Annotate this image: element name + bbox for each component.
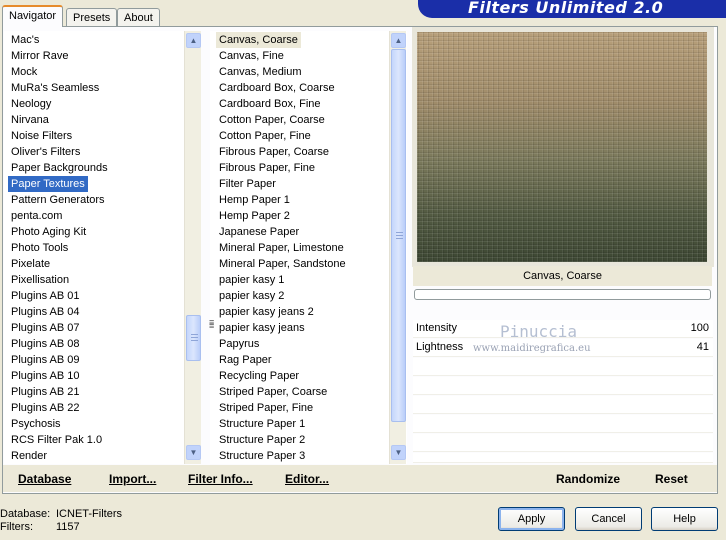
control-empty <box>413 377 713 395</box>
category-item[interactable]: Plugins AB 22 <box>8 400 83 416</box>
category-item[interactable]: Mirror Rave <box>8 48 71 64</box>
category-item[interactable]: Photo Aging Kit <box>8 224 89 240</box>
filter-item[interactable]: Hemp Paper 1 <box>216 192 293 208</box>
category-item[interactable]: Plugins AB 08 <box>8 336 83 352</box>
filter-item[interactable]: Striped Paper, Fine <box>216 400 316 416</box>
filter-item[interactable]: Papyrus <box>216 336 262 352</box>
app-title: Filters Unlimited 2.0 <box>418 0 726 18</box>
category-item[interactable]: Pattern Generators <box>8 192 108 208</box>
category-item[interactable]: Oliver's Filters <box>8 144 83 160</box>
filter-item[interactable]: Canvas, Medium <box>216 64 305 80</box>
reset-button[interactable]: Reset <box>655 472 688 486</box>
filter-item[interactable]: Japanese Paper <box>216 224 302 240</box>
filter-info-button[interactable]: Filter Info... <box>188 472 253 486</box>
filter-item[interactable]: Fibrous Paper, Fine <box>216 160 318 176</box>
control-empty <box>413 415 713 433</box>
apply-button[interactable]: Apply <box>498 507 565 531</box>
filter-list[interactable]: Canvas, Coarse Canvas, Fine Canvas, Medium… <box>210 31 407 464</box>
control-empty <box>413 396 713 414</box>
filter-item[interactable]: Structure Paper 3 <box>216 448 308 464</box>
filter-item[interactable]: Structure Paper 2 <box>216 432 308 448</box>
randomize-button[interactable]: Randomize <box>556 472 620 486</box>
category-item[interactable]: Neology <box>8 96 54 112</box>
filter-item[interactable]: Cardboard Box, Coarse <box>216 80 338 96</box>
control-empty <box>413 434 713 452</box>
control-value: 100 <box>690 322 709 334</box>
filter-item[interactable]: Striped Paper, Coarse <box>216 384 330 400</box>
category-item[interactable]: Plugins AB 07 <box>8 320 83 336</box>
category-item[interactable]: Plugins AB 04 <box>8 304 83 320</box>
filter-item[interactable]: Rag Paper <box>216 352 275 368</box>
filter-item[interactable]: Canvas, Fine <box>216 48 287 64</box>
category-list[interactable]: Mac's Mirror Rave Mock MuRa's Seamless Neolo… <box>4 31 201 464</box>
filter-item[interactable]: Filter Paper <box>216 176 279 192</box>
category-item[interactable]: penta.com <box>8 208 65 224</box>
filter-item[interactable]: Mineral Paper, Limestone <box>216 240 347 256</box>
control-empty <box>413 453 713 463</box>
filter-scrollbar[interactable]: ▲ ▼ <box>389 31 406 464</box>
filter-item[interactable]: Recycling Paper <box>216 368 302 384</box>
control-label: Intensity <box>416 322 457 334</box>
category-item[interactable]: Paper Textures <box>8 176 88 192</box>
filter-item[interactable]: Cotton Paper, Coarse <box>216 112 328 128</box>
import-button[interactable]: Import... <box>109 472 156 486</box>
filter-item[interactable]: Cotton Paper, Fine <box>216 128 314 144</box>
filter-scroll-thumb[interactable] <box>391 49 406 422</box>
help-button[interactable]: Help <box>651 507 718 531</box>
category-item[interactable]: Paper Backgrounds <box>8 160 111 176</box>
watermark-site: www.maidiregrafica.eu <box>473 343 591 354</box>
filter-item[interactable]: Canvas, Coarse <box>216 32 301 48</box>
filter-item[interactable]: Structure Paper 1 <box>216 416 308 432</box>
progress-bar <box>414 289 711 300</box>
category-item[interactable]: Photo Tools <box>8 240 71 256</box>
category-item[interactable]: Plugins AB 01 <box>8 288 83 304</box>
category-item[interactable]: RCS Filter Pak 1.0 <box>8 432 105 448</box>
category-item[interactable]: Plugins AB 21 <box>8 384 83 400</box>
control-empty <box>413 358 713 376</box>
database-label: Database: <box>0 508 51 520</box>
category-item[interactable]: Psychosis <box>8 416 64 432</box>
category-item[interactable]: Mac's <box>8 32 42 48</box>
category-item[interactable]: Pixellisation <box>8 272 72 288</box>
scroll-up-icon[interactable]: ▲ <box>186 33 201 48</box>
drag-handle-icon[interactable]: ≡ ≡ <box>209 318 217 334</box>
filters-count-label: Filters: <box>0 521 33 533</box>
category-item[interactable]: MuRa's Seamless <box>8 80 102 96</box>
category-item[interactable]: Nirvana <box>8 112 52 128</box>
category-item[interactable]: Plugins AB 09 <box>8 352 83 368</box>
filter-item[interactable]: Fibrous Paper, Coarse <box>216 144 332 160</box>
category-item[interactable]: Mock <box>8 64 40 80</box>
filter-item[interactable]: Mineral Paper, Sandstone <box>216 256 349 272</box>
filter-name-label: Canvas, Coarse <box>413 266 712 286</box>
editor-button[interactable]: Editor... <box>285 472 329 486</box>
category-item[interactable]: Render <box>8 448 50 464</box>
watermark-name: Pinuccia <box>500 322 578 341</box>
database-button[interactable]: Database <box>18 472 71 486</box>
category-scrollbar[interactable]: ▲ ▼ <box>184 31 201 464</box>
tab-presets[interactable]: Presets <box>66 8 118 26</box>
category-item[interactable]: Plugins AB 10 <box>8 368 83 384</box>
tab-bar: Navigator Presets About Filters Unlimite… <box>0 0 726 27</box>
control-label: Lightness <box>416 341 464 353</box>
filters-count-value: 1157 <box>56 521 80 533</box>
filter-item[interactable]: papier kasy jeans 2 <box>216 304 317 320</box>
filter-item[interactable]: papier kasy jeans <box>216 320 308 336</box>
filter-item[interactable]: Hemp Paper 2 <box>216 208 293 224</box>
category-item[interactable]: Pixelate <box>8 256 53 272</box>
scroll-down-icon[interactable]: ▼ <box>391 445 406 460</box>
category-scroll-thumb[interactable] <box>186 315 201 361</box>
filter-item[interactable]: Cardboard Box, Fine <box>216 96 324 112</box>
database-value: ICNET-Filters <box>56 508 122 520</box>
tab-about[interactable]: About <box>117 8 160 26</box>
preview-image[interactable] <box>417 32 707 262</box>
control-value: 41 <box>696 341 709 353</box>
cancel-button[interactable]: Cancel <box>575 507 642 531</box>
scroll-up-icon[interactable]: ▲ <box>391 33 406 48</box>
tab-navigator[interactable]: Navigator <box>2 5 64 27</box>
category-item[interactable]: Noise Filters <box>8 128 75 144</box>
filter-item[interactable]: papier kasy 2 <box>216 288 287 304</box>
filter-item[interactable]: papier kasy 1 <box>216 272 287 288</box>
scroll-down-icon[interactable]: ▼ <box>186 445 201 460</box>
